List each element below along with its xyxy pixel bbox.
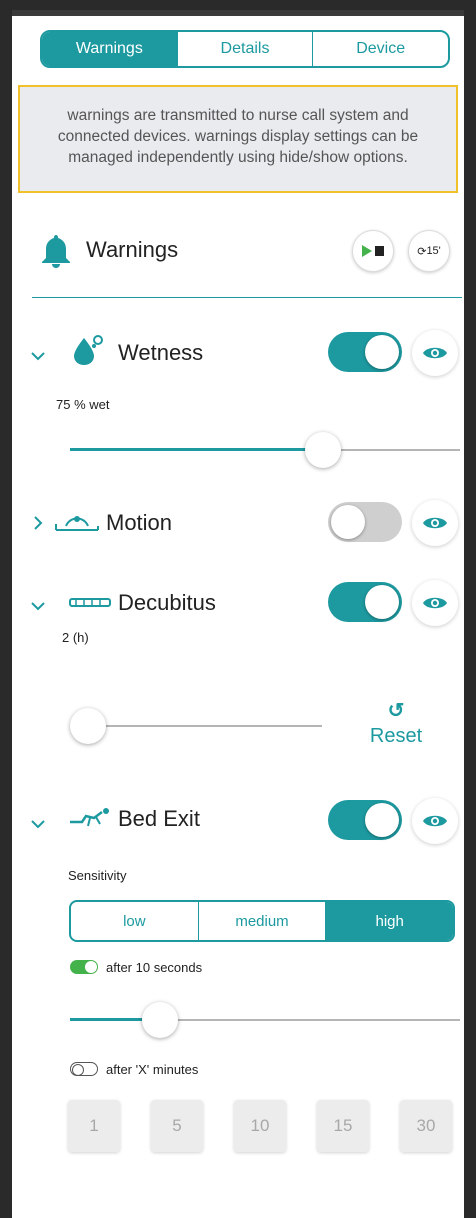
top-edge bbox=[12, 10, 464, 16]
decubitus-title: Decubitus bbox=[118, 590, 216, 615]
chevron-down-icon[interactable] bbox=[30, 598, 46, 614]
after-minutes-toggle[interactable] bbox=[70, 1062, 98, 1076]
play-stop-icon bbox=[362, 245, 384, 257]
minute-option-15[interactable]: 15 bbox=[317, 1100, 369, 1152]
minute-options: 1 5 10 15 30 bbox=[68, 1100, 452, 1154]
header-divider bbox=[32, 297, 462, 298]
wetness-slider[interactable] bbox=[70, 430, 460, 470]
tab-warnings[interactable]: Warnings bbox=[42, 32, 177, 66]
sensitivity-selector: low medium high bbox=[69, 900, 455, 942]
decubitus-toggle[interactable] bbox=[328, 582, 402, 622]
sensitivity-low[interactable]: low bbox=[71, 902, 198, 940]
bed-exit-toggle[interactable] bbox=[328, 800, 402, 840]
bed-exit-slider-thumb[interactable] bbox=[142, 1002, 178, 1038]
after-seconds-label: after 10 seconds bbox=[106, 960, 203, 975]
motion-toggle[interactable] bbox=[328, 502, 402, 542]
after-minutes-label: after 'X' minutes bbox=[106, 1062, 199, 1077]
after-seconds-toggle[interactable] bbox=[70, 960, 98, 974]
wetness-title: Wetness bbox=[118, 340, 204, 365]
chevron-down-icon[interactable] bbox=[30, 348, 46, 364]
minute-option-10[interactable]: 10 bbox=[234, 1100, 286, 1152]
chevron-down-icon[interactable] bbox=[30, 816, 46, 832]
minute-option-1[interactable]: 1 bbox=[68, 1100, 120, 1152]
bed-exit-icon bbox=[70, 808, 109, 827]
reset-label: Reset bbox=[369, 725, 423, 747]
motion-bed-icon bbox=[55, 516, 99, 531]
wetness-slider-thumb[interactable] bbox=[305, 432, 341, 468]
water-drops-icon bbox=[74, 335, 103, 365]
chevron-right-icon[interactable] bbox=[30, 515, 46, 531]
warnings-header: Warnings ⟳ 15' bbox=[40, 225, 460, 275]
decubitus-value: 2 (h) bbox=[62, 630, 89, 645]
reset-icon: ↺ bbox=[387, 700, 405, 722]
bed-exit-slider[interactable] bbox=[70, 1000, 460, 1040]
bed-exit-visibility-button[interactable] bbox=[412, 798, 458, 844]
timer-label: 15' bbox=[426, 245, 441, 257]
timer-icon: ⟳ bbox=[417, 245, 427, 258]
motion-visibility-button[interactable] bbox=[412, 500, 458, 546]
wetness-visibility-button[interactable] bbox=[412, 330, 458, 376]
header-title: Warnings bbox=[86, 237, 179, 262]
timer-button[interactable]: ⟳ 15' bbox=[408, 230, 450, 272]
decubitus-visibility-button[interactable] bbox=[412, 580, 458, 626]
mattress-icon bbox=[69, 598, 111, 607]
sensitivity-high[interactable]: high bbox=[325, 902, 453, 940]
eye-icon bbox=[423, 815, 447, 827]
motion-title: Motion bbox=[106, 510, 173, 535]
warnings-panel: Warnings Details Device warnings are tra… bbox=[12, 10, 464, 1218]
tab-device[interactable]: Device bbox=[312, 32, 448, 66]
bell-icon bbox=[42, 235, 70, 268]
minute-option-30[interactable]: 30 bbox=[400, 1100, 452, 1152]
reset-button[interactable]: ↺ Reset bbox=[356, 698, 436, 748]
sensitivity-label: Sensitivity bbox=[68, 868, 127, 883]
wetness-toggle[interactable] bbox=[328, 332, 402, 372]
decubitus-slider-thumb[interactable] bbox=[70, 708, 106, 744]
tab-bar: Warnings Details Device bbox=[40, 30, 450, 68]
bed-exit-title: Bed Exit bbox=[118, 806, 200, 831]
info-notice: warnings are transmitted to nurse call s… bbox=[18, 85, 458, 193]
wetness-value: 75 % wet bbox=[56, 397, 110, 412]
eye-icon bbox=[423, 517, 447, 529]
minute-option-5[interactable]: 5 bbox=[151, 1100, 203, 1152]
play-stop-button[interactable] bbox=[352, 230, 394, 272]
eye-icon bbox=[423, 347, 447, 359]
sensitivity-medium[interactable]: medium bbox=[197, 902, 326, 940]
decubitus-slider[interactable] bbox=[70, 706, 322, 746]
eye-icon bbox=[423, 597, 447, 609]
tab-details[interactable]: Details bbox=[176, 32, 313, 66]
